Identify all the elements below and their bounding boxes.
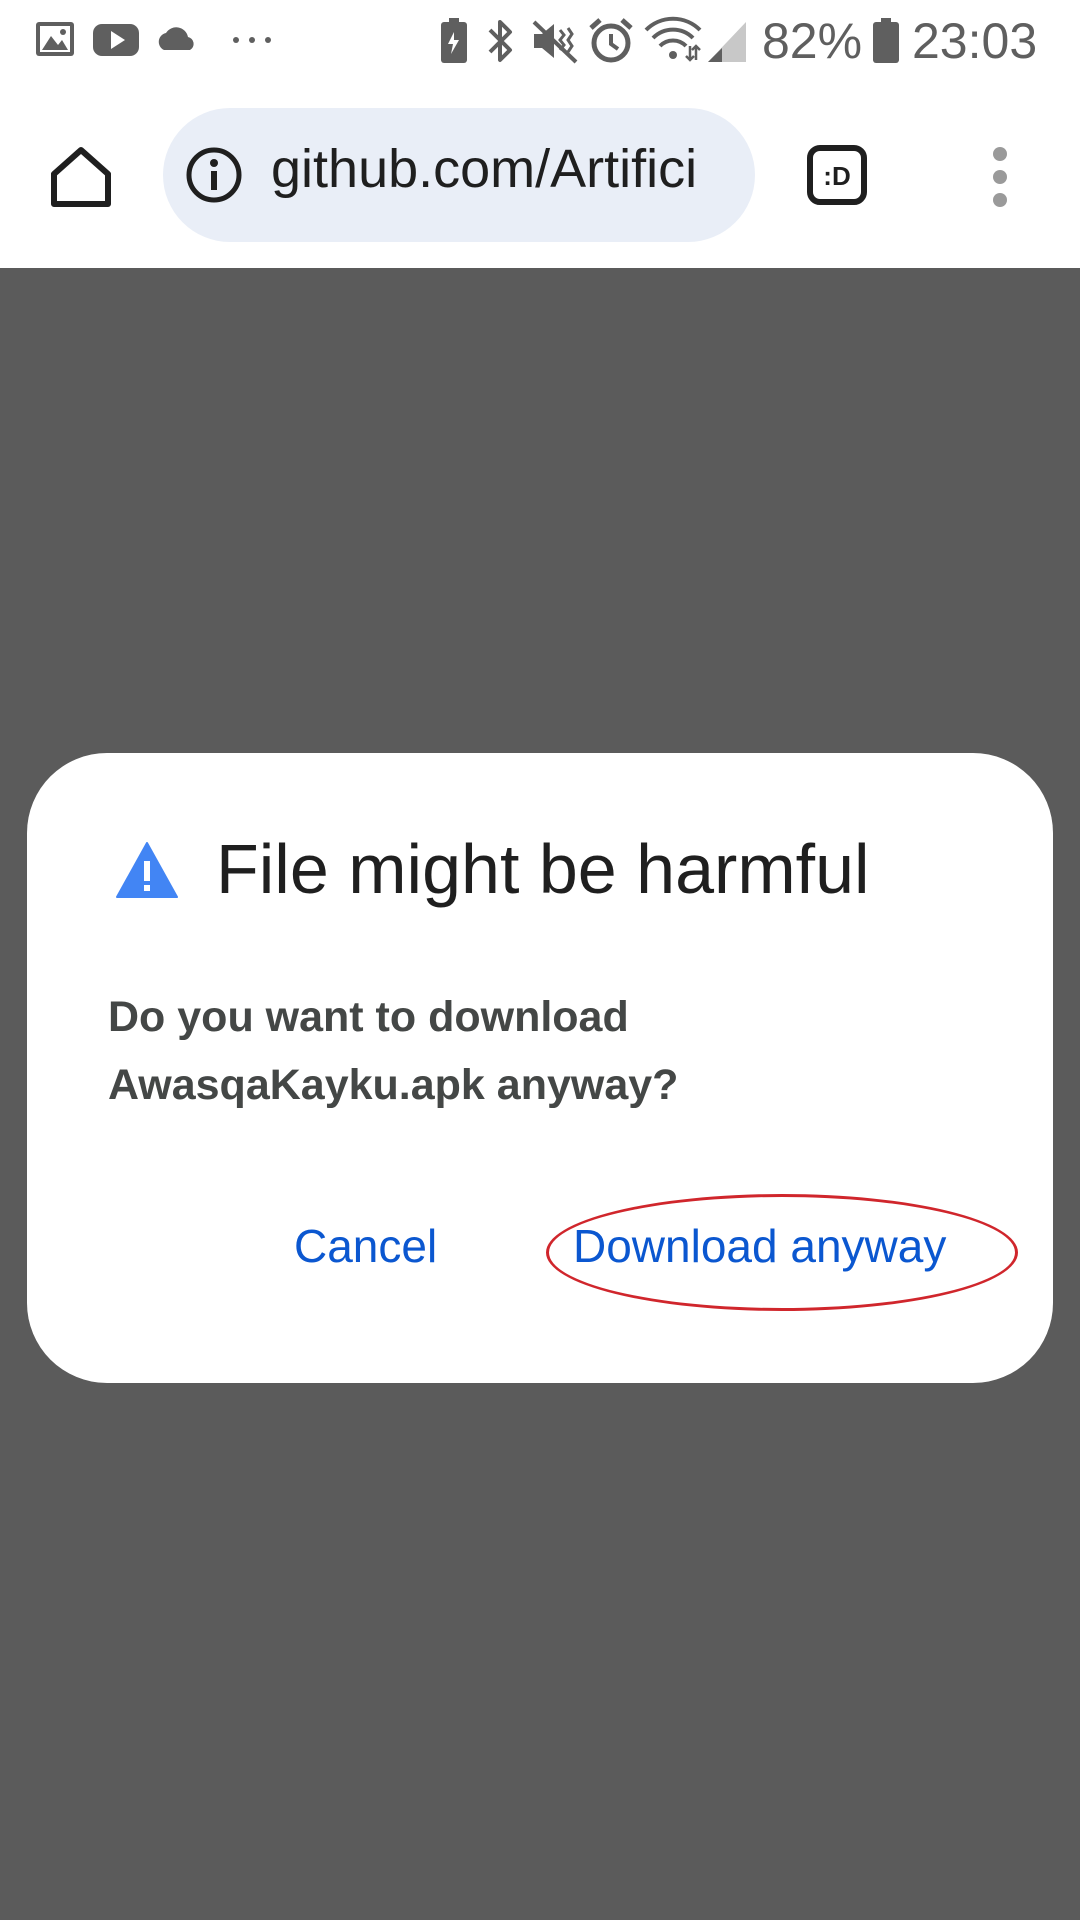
url-bar[interactable]: github.com/Artifici: [163, 108, 755, 242]
tab-switcher-icon: :D: [807, 145, 867, 205]
harmful-file-dialog: File might be harmful Do you want to dow…: [27, 753, 1053, 1383]
cancel-button[interactable]: Cancel: [294, 1219, 437, 1273]
dialog-message-line2: AwasqaKayku.apk anyway?: [108, 1061, 679, 1109]
warning-icon: [116, 842, 178, 898]
battery-saver-icon: [441, 18, 467, 63]
bluetooth-icon: [488, 20, 512, 62]
cloud-icon: [158, 27, 194, 50]
alarm-icon: [589, 18, 633, 63]
info-icon[interactable]: [185, 146, 243, 204]
battery-icon: [873, 18, 899, 63]
download-anyway-button[interactable]: Download anyway: [573, 1219, 946, 1273]
tab-switcher-button[interactable]: :D: [807, 145, 867, 205]
signal-icon: [708, 22, 746, 62]
dialog-title: File might be harmful: [216, 830, 870, 908]
home-icon[interactable]: [48, 144, 114, 210]
browser-toolbar: github.com/Artifici :D: [0, 82, 1080, 268]
gallery-icon: [36, 22, 74, 56]
clock: 23:03: [912, 13, 1038, 69]
battery-percent: 82%: [762, 13, 863, 69]
dialog-message-line1: Do you want to download: [108, 993, 629, 1041]
dialog-message: Do you want to download AwasqaKayku.apk …: [108, 983, 968, 1119]
tab-switcher-label: :D: [823, 161, 850, 191]
vibrate-icon: [532, 20, 578, 64]
youtube-icon: [93, 24, 139, 56]
more-vert-icon[interactable]: [978, 144, 1022, 210]
more-dots-icon: [233, 37, 271, 43]
wifi-icon: [644, 16, 702, 62]
status-bar: 82% 23:03: [0, 0, 1080, 82]
url-text[interactable]: github.com/Artifici: [271, 138, 697, 200]
